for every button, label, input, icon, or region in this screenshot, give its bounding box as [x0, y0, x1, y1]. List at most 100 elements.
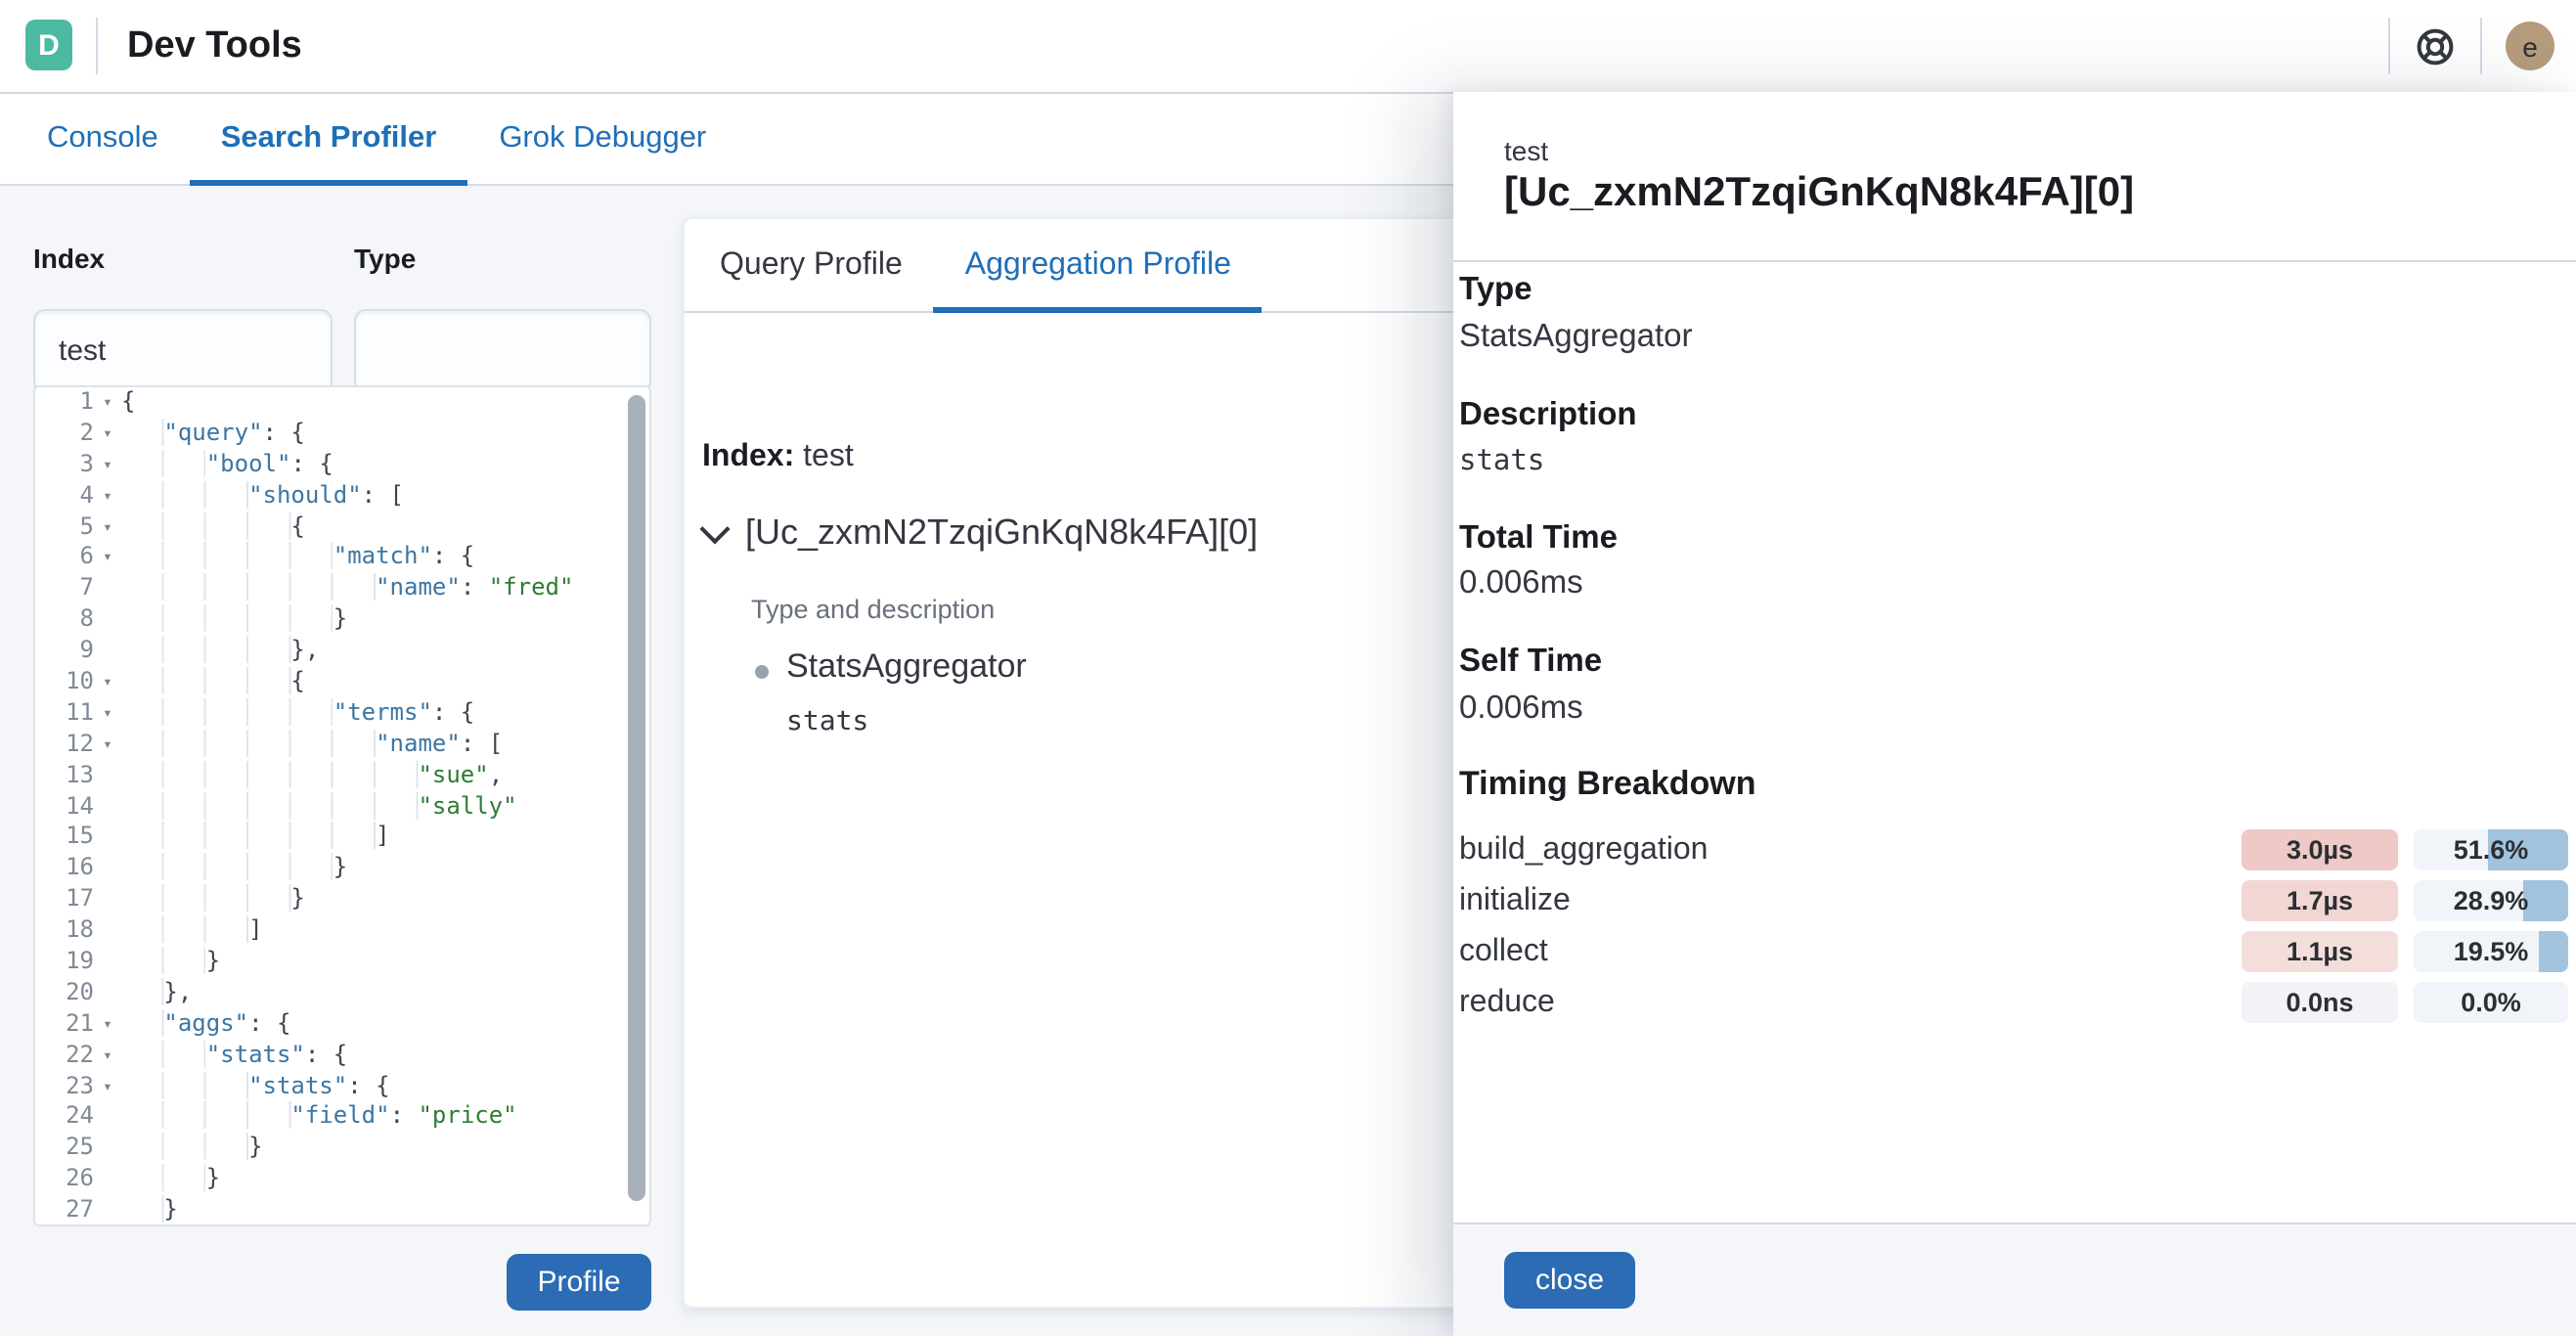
fold-icon[interactable]: ▾ — [94, 387, 121, 419]
index-input[interactable] — [33, 309, 333, 393]
tab-aggregation-profile[interactable]: Aggregation Profile — [934, 219, 1263, 311]
result-index-line: Index: test — [702, 440, 854, 475]
help-icon[interactable] — [2414, 25, 2457, 68]
fold-icon[interactable]: ▾ — [94, 480, 121, 512]
percent-fill — [2523, 880, 2568, 920]
user-avatar[interactable]: e — [2506, 22, 2554, 70]
close-button[interactable]: close — [1504, 1252, 1635, 1309]
editor-line: 27 } — [35, 1195, 649, 1226]
line-number: 12 — [35, 730, 94, 761]
type-description-label: Type and description — [751, 595, 995, 624]
line-number: 20 — [35, 978, 94, 1009]
fold-icon[interactable]: ▾ — [94, 450, 121, 481]
type-label: Type — [354, 243, 416, 274]
flyout-body: TypeStatsAggregatorDescriptionstatsTotal… — [1453, 262, 2576, 1225]
fold-icon[interactable]: ▾ — [94, 667, 121, 698]
line-number: 14 — [35, 791, 94, 823]
timing-breakdown-rows: build_aggregation3.0µs51.6%initialize1.7… — [1459, 824, 2576, 1028]
fold-spacer — [94, 760, 121, 791]
line-number: 2 — [35, 419, 94, 450]
timing-row: build_aggregation3.0µs51.6% — [1459, 824, 2576, 875]
line-number: 27 — [35, 1195, 94, 1226]
fold-spacer — [94, 1102, 121, 1134]
fold-icon[interactable]: ▾ — [94, 698, 121, 730]
fold-spacer — [94, 574, 121, 605]
timing-breakdown-heading: Timing Breakdown — [1459, 764, 2576, 803]
line-number: 16 — [35, 854, 94, 885]
aggregation-row[interactable]: [Uc_zxmN2TzqiGnKqN8k4FA][0] — [700, 512, 1258, 554]
editor-line: 7 "name": "fred" — [35, 574, 649, 605]
profiler-result-panel: Query ProfileAggregation Profile Index: … — [683, 217, 1481, 1309]
flyout-index: test — [1504, 135, 1548, 166]
fold-icon[interactable]: ▾ — [94, 512, 121, 543]
type-input[interactable] — [354, 309, 651, 393]
chevron-down-icon — [699, 513, 730, 544]
line-number: 8 — [35, 604, 94, 636]
tab-grok-debugger[interactable]: Grok Debugger — [467, 92, 737, 184]
editor-line: 25 } — [35, 1134, 649, 1165]
editor-line: 22▾ "stats": { — [35, 1040, 649, 1071]
editor-line: 26 } — [35, 1165, 649, 1196]
line-number: 18 — [35, 915, 94, 947]
editor-line: 11▾ "terms": { — [35, 698, 649, 730]
tab-query-profile[interactable]: Query Profile — [688, 219, 934, 311]
fold-spacer — [94, 854, 121, 885]
aggregation-name: [Uc_zxmN2TzqiGnKqN8k4FA][0] — [745, 512, 1258, 554]
line-number: 6 — [35, 543, 94, 574]
fold-spacer — [94, 823, 121, 854]
flyout-footer: close — [1453, 1223, 2576, 1336]
fold-icon[interactable]: ▾ — [94, 419, 121, 450]
app-root: D Dev Tools e ConsoleSearch ProfilerGrok… — [0, 0, 2576, 1336]
profile-button[interactable]: Profile — [507, 1254, 651, 1311]
page-title: Dev Tools — [127, 25, 302, 68]
editor-line: 10▾ { — [35, 667, 649, 698]
editor-line: 16 } — [35, 854, 649, 885]
profile-tabs: Query ProfileAggregation Profile — [685, 219, 1479, 313]
editor-line: 1▾{ — [35, 387, 649, 419]
editor-scrollbar[interactable] — [628, 395, 645, 1201]
flyout-header: test [Uc_zxmN2TzqiGnKqN8k4FA][0] — [1453, 92, 2576, 262]
fold-icon[interactable]: ▾ — [94, 1071, 121, 1102]
timing-name: initialize — [1459, 875, 2576, 926]
editor-line: 17 } — [35, 885, 649, 916]
editor-line: 18 ] — [35, 915, 649, 947]
editor-line: 8 } — [35, 604, 649, 636]
percent-badge: 28.9% — [2414, 880, 2568, 920]
divider — [2480, 18, 2482, 74]
tab-console[interactable]: Console — [16, 92, 190, 184]
detail-label: Total Time — [1459, 519, 2576, 557]
aggregation-profile-body: Index: test [Uc_zxmN2TzqiGnKqN8k4FA][0] … — [685, 313, 1479, 1311]
tab-search-profiler[interactable]: Search Profiler — [190, 92, 468, 184]
percent-badge: 51.6% — [2414, 829, 2568, 869]
line-number: 9 — [35, 636, 94, 667]
index-label: Index — [33, 243, 105, 274]
flyout-fields: TypeStatsAggregatorDescriptionstatsTotal… — [1459, 272, 2576, 727]
line-number: 3 — [35, 450, 94, 481]
aggregation-description: stats — [786, 706, 868, 737]
detail-value: 0.006ms — [1459, 690, 2576, 727]
time-badge: 0.0ns — [2242, 982, 2398, 1022]
fold-icon[interactable]: ▾ — [94, 1040, 121, 1071]
editor-line: 15 ] — [35, 823, 649, 854]
editor-line: 6▾ "match": { — [35, 543, 649, 574]
percent-badge: 19.5% — [2414, 931, 2568, 971]
fold-icon[interactable]: ▾ — [94, 1009, 121, 1041]
fold-spacer — [94, 915, 121, 947]
timing-row: collect1.1µs19.5% — [1459, 926, 2576, 977]
fold-icon[interactable]: ▾ — [94, 730, 121, 761]
aggregation-detail-flyout: test [Uc_zxmN2TzqiGnKqN8k4FA][0] TypeSta… — [1453, 92, 2576, 1336]
timing-name: build_aggregation — [1459, 824, 2576, 875]
line-number: 7 — [35, 574, 94, 605]
line-number: 25 — [35, 1134, 94, 1165]
fold-spacer — [94, 885, 121, 916]
editor-line: 13 "sue", — [35, 760, 649, 791]
line-number: 4 — [35, 480, 94, 512]
editor-line: 21▾ "aggs": { — [35, 1009, 649, 1041]
kibana-logo[interactable]: D — [25, 20, 72, 70]
line-number: 15 — [35, 823, 94, 854]
fold-icon[interactable]: ▾ — [94, 543, 121, 574]
fold-spacer — [94, 636, 121, 667]
fold-spacer — [94, 1165, 121, 1196]
editor-line: 14 "sally" — [35, 791, 649, 823]
query-editor[interactable]: 1▾{2▾ "query": {3▾ "bool": {4▾ "should":… — [33, 385, 651, 1226]
